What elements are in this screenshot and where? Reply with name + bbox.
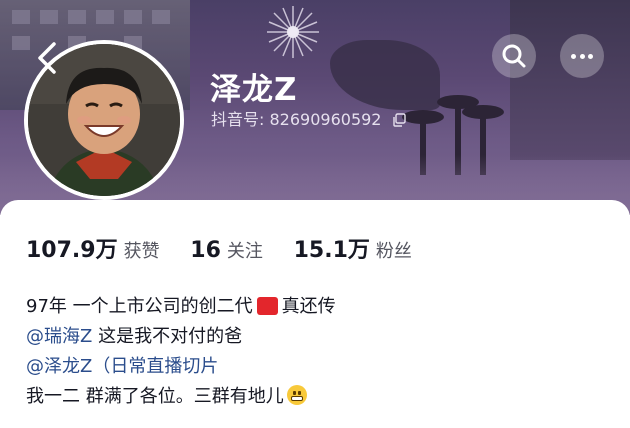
red-square-emoji-icon <box>256 297 278 315</box>
stat-followers-value: 15.1万 <box>293 238 370 263</box>
profile-header-background: 泽龙Z 抖音号: 82690960592 <box>0 0 630 215</box>
search-icon <box>502 44 526 68</box>
stat-likes[interactable]: 107.9万 获赞 <box>26 232 160 264</box>
background-sculpture <box>330 40 440 110</box>
profile-id-label: 抖音号: <box>211 110 265 129</box>
stat-following-label: 关注 <box>226 241 263 262</box>
background-sculpture-star <box>267 6 319 58</box>
stat-likes-label: 获赞 <box>123 241 160 262</box>
bio-line1-after: 真还传 <box>281 296 336 317</box>
bio-line4-text: 我一二 群满了各位。三群有地儿 <box>26 386 284 407</box>
stat-followers[interactable]: 15.1万 粉丝 <box>294 232 412 264</box>
profile-stats: 107.9万 获赞 16 关注 15.1万 粉丝 <box>26 232 436 264</box>
profile-id-value: 82690960592 <box>269 110 382 129</box>
back-button[interactable] <box>36 40 66 80</box>
more-button[interactable] <box>560 34 604 78</box>
bio-line: 97年 一个上市公司的创二代 真还传 <box>26 292 336 322</box>
bio-line: @瑞海Z 这是我不对付的爸 <box>26 322 336 352</box>
search-button[interactable] <box>492 34 536 78</box>
background-building <box>510 0 630 160</box>
bio-mention-link[interactable]: @泽龙Z（日常直播切片 <box>26 356 218 377</box>
chevron-left-icon <box>38 42 56 74</box>
profile-info-card: 107.9万 获赞 16 关注 15.1万 粉丝 97年 一个上市公司的创二代 真还传 … <box>0 200 630 428</box>
profile-name: 泽龙Z <box>210 72 298 108</box>
stat-following-value: 16 <box>190 238 221 263</box>
stat-likes-value: 107.9万 <box>26 238 118 263</box>
stat-following[interactable]: 16 关注 <box>190 237 263 263</box>
bio-mention-link[interactable]: @瑞海Z <box>26 326 92 347</box>
bio-line: 我一二 群满了各位。三群有地儿 <box>26 382 336 412</box>
bio-line: @泽龙Z（日常直播切片 <box>26 352 336 382</box>
copy-icon[interactable] <box>392 113 406 127</box>
profile-id-row[interactable]: 抖音号: 82690960592 <box>211 106 406 130</box>
bio-line1-text: 97年 一个上市公司的创二代 <box>26 296 253 317</box>
profile-bio: 97年 一个上市公司的创二代 真还传 @瑞海Z 这是我不对付的爸 @泽龙Z（日常直… <box>26 292 336 412</box>
stat-followers-label: 粉丝 <box>375 241 412 262</box>
bio-line2-text: 这是我不对付的爸 <box>92 326 243 347</box>
grimace-emoji-icon <box>286 385 307 405</box>
